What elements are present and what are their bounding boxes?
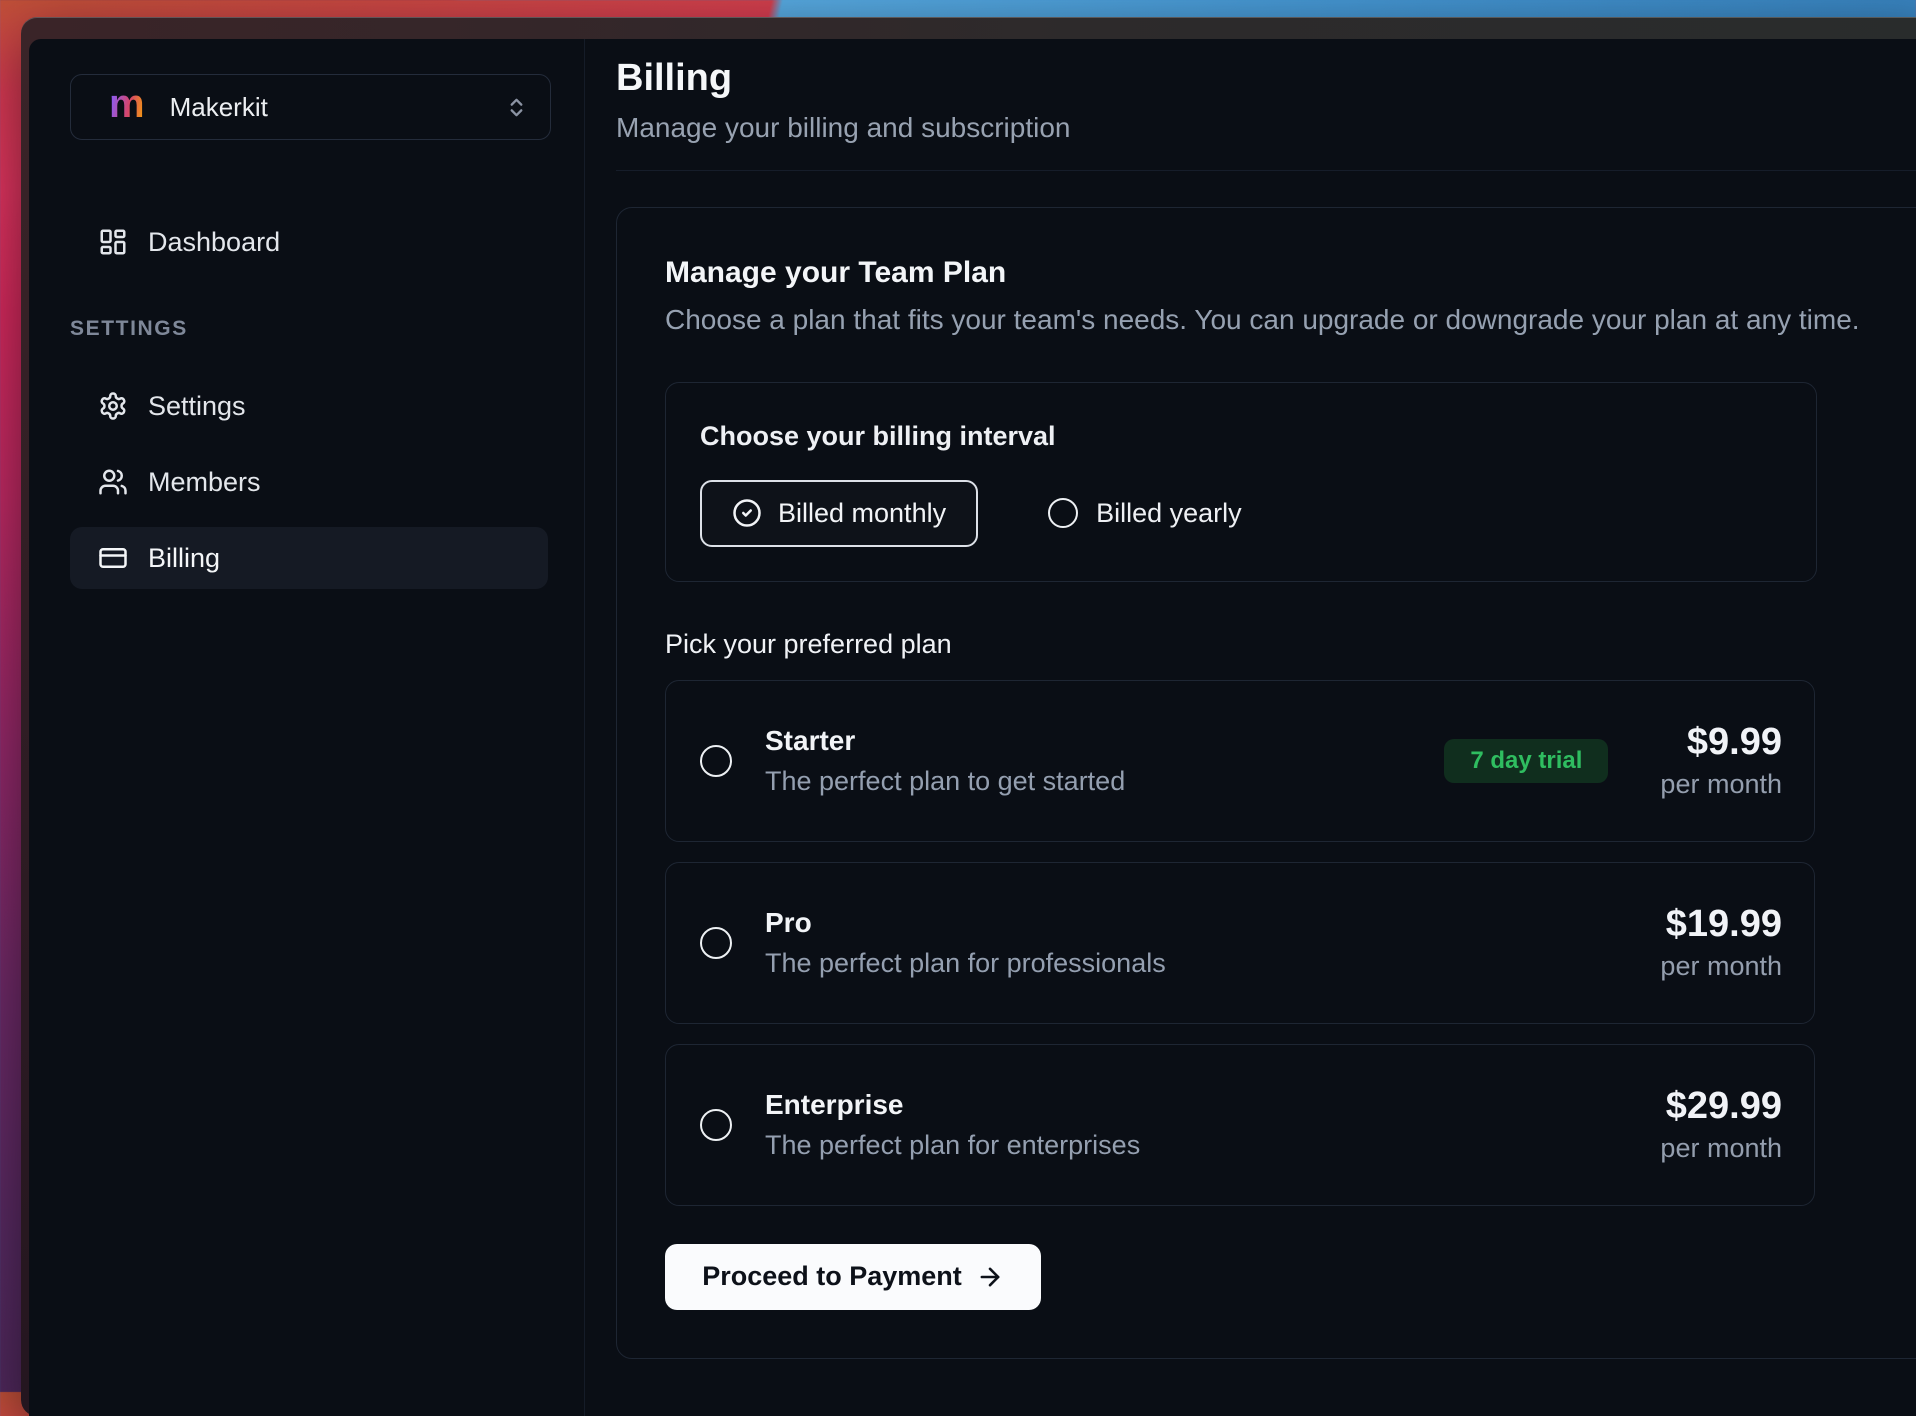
makerkit-logo-icon: m xyxy=(109,84,145,124)
billing-interval-box: Choose your billing interval Billed mont… xyxy=(665,382,1817,582)
plan-name: Enterprise xyxy=(765,1089,1140,1121)
credit-card-icon xyxy=(98,543,128,573)
macos-window: m Makerkit Dashboard SETTINGS xyxy=(21,17,1916,1416)
plan-text: Enterprise The perfect plan for enterpri… xyxy=(765,1089,1140,1161)
workspace-name: Makerkit xyxy=(170,92,268,123)
sidebar-section-settings: SETTINGS xyxy=(70,317,548,343)
arrow-right-icon xyxy=(976,1263,1004,1291)
radio-unselected-icon xyxy=(700,927,732,959)
sidebar-item-settings[interactable]: Settings xyxy=(70,375,548,437)
plan-price: $9.99 xyxy=(1660,721,1782,764)
radio-unselected-icon xyxy=(700,1109,732,1141)
sidebar-item-dashboard[interactable]: Dashboard xyxy=(70,211,548,273)
trial-badge: 7 day trial xyxy=(1444,739,1608,783)
check-circle-icon xyxy=(732,498,762,528)
plan-price: $19.99 xyxy=(1660,903,1782,946)
team-plan-card: Manage your Team Plan Choose a plan that… xyxy=(616,207,1916,1359)
header-divider xyxy=(616,170,1916,171)
plan-text: Pro The perfect plan for professionals xyxy=(765,907,1166,979)
radio-unselected-icon xyxy=(1048,498,1078,528)
sidebar-item-members[interactable]: Members xyxy=(70,451,548,513)
sidebar-item-label: Billing xyxy=(148,543,220,574)
workspace-selector[interactable]: m Makerkit xyxy=(70,74,551,140)
proceed-to-payment-button[interactable]: Proceed to Payment xyxy=(665,1244,1041,1310)
billed-monthly-option[interactable]: Billed monthly xyxy=(700,480,978,547)
sidebar-item-billing[interactable]: Billing xyxy=(70,527,548,589)
chevrons-up-down-icon xyxy=(505,96,528,119)
billed-monthly-label: Billed monthly xyxy=(778,498,946,529)
sidebar-item-label: Settings xyxy=(148,391,246,422)
sidebar-item-label: Dashboard xyxy=(148,227,280,258)
plan-row-enterprise[interactable]: Enterprise The perfect plan for enterpri… xyxy=(665,1044,1815,1206)
card-description: Choose a plan that fits your team's need… xyxy=(665,304,1916,336)
page-subtitle: Manage your billing and subscription xyxy=(616,112,1916,144)
plan-price-block: $9.99 per month xyxy=(1660,721,1782,800)
sidebar-nav: Dashboard SETTINGS Settings Members xyxy=(70,211,548,589)
plan-row-pro[interactable]: Pro The perfect plan for professionals $… xyxy=(665,862,1815,1024)
plan-row-starter[interactable]: Starter The perfect plan to get started … xyxy=(665,680,1815,842)
plan-description: The perfect plan for professionals xyxy=(765,948,1166,979)
app-root: m Makerkit Dashboard SETTINGS xyxy=(29,39,1916,1416)
plan-price-block: $19.99 per month xyxy=(1660,903,1782,982)
plan-period: per month xyxy=(1660,951,1782,982)
plan-price: $29.99 xyxy=(1660,1085,1782,1128)
plan-price-block: $29.99 per month xyxy=(1660,1085,1782,1164)
billing-interval-heading: Choose your billing interval xyxy=(700,421,1782,452)
plan-description: The perfect plan for enterprises xyxy=(765,1130,1140,1161)
gear-icon xyxy=(98,391,128,421)
radio-unselected-icon xyxy=(700,745,732,777)
proceed-to-payment-label: Proceed to Payment xyxy=(702,1261,962,1292)
plan-period: per month xyxy=(1660,769,1782,800)
card-title: Manage your Team Plan xyxy=(665,256,1916,290)
plan-description: The perfect plan to get started xyxy=(765,766,1125,797)
users-icon xyxy=(98,467,128,497)
billed-yearly-label: Billed yearly xyxy=(1096,498,1242,529)
dashboard-icon xyxy=(98,227,128,257)
main-content: Billing Manage your billing and subscrip… xyxy=(585,39,1916,1416)
plans-heading: Pick your preferred plan xyxy=(665,629,1916,660)
billing-interval-options: Billed monthly Billed yearly xyxy=(700,480,1782,547)
page-title: Billing xyxy=(616,55,1916,103)
plan-text: Starter The perfect plan to get started xyxy=(765,725,1125,797)
sidebar: m Makerkit Dashboard SETTINGS xyxy=(29,39,585,1416)
sidebar-item-label: Members xyxy=(148,467,261,498)
plan-period: per month xyxy=(1660,1133,1782,1164)
plan-name: Starter xyxy=(765,725,1125,757)
billed-yearly-option[interactable]: Billed yearly xyxy=(1048,498,1242,529)
plan-name: Pro xyxy=(765,907,1166,939)
